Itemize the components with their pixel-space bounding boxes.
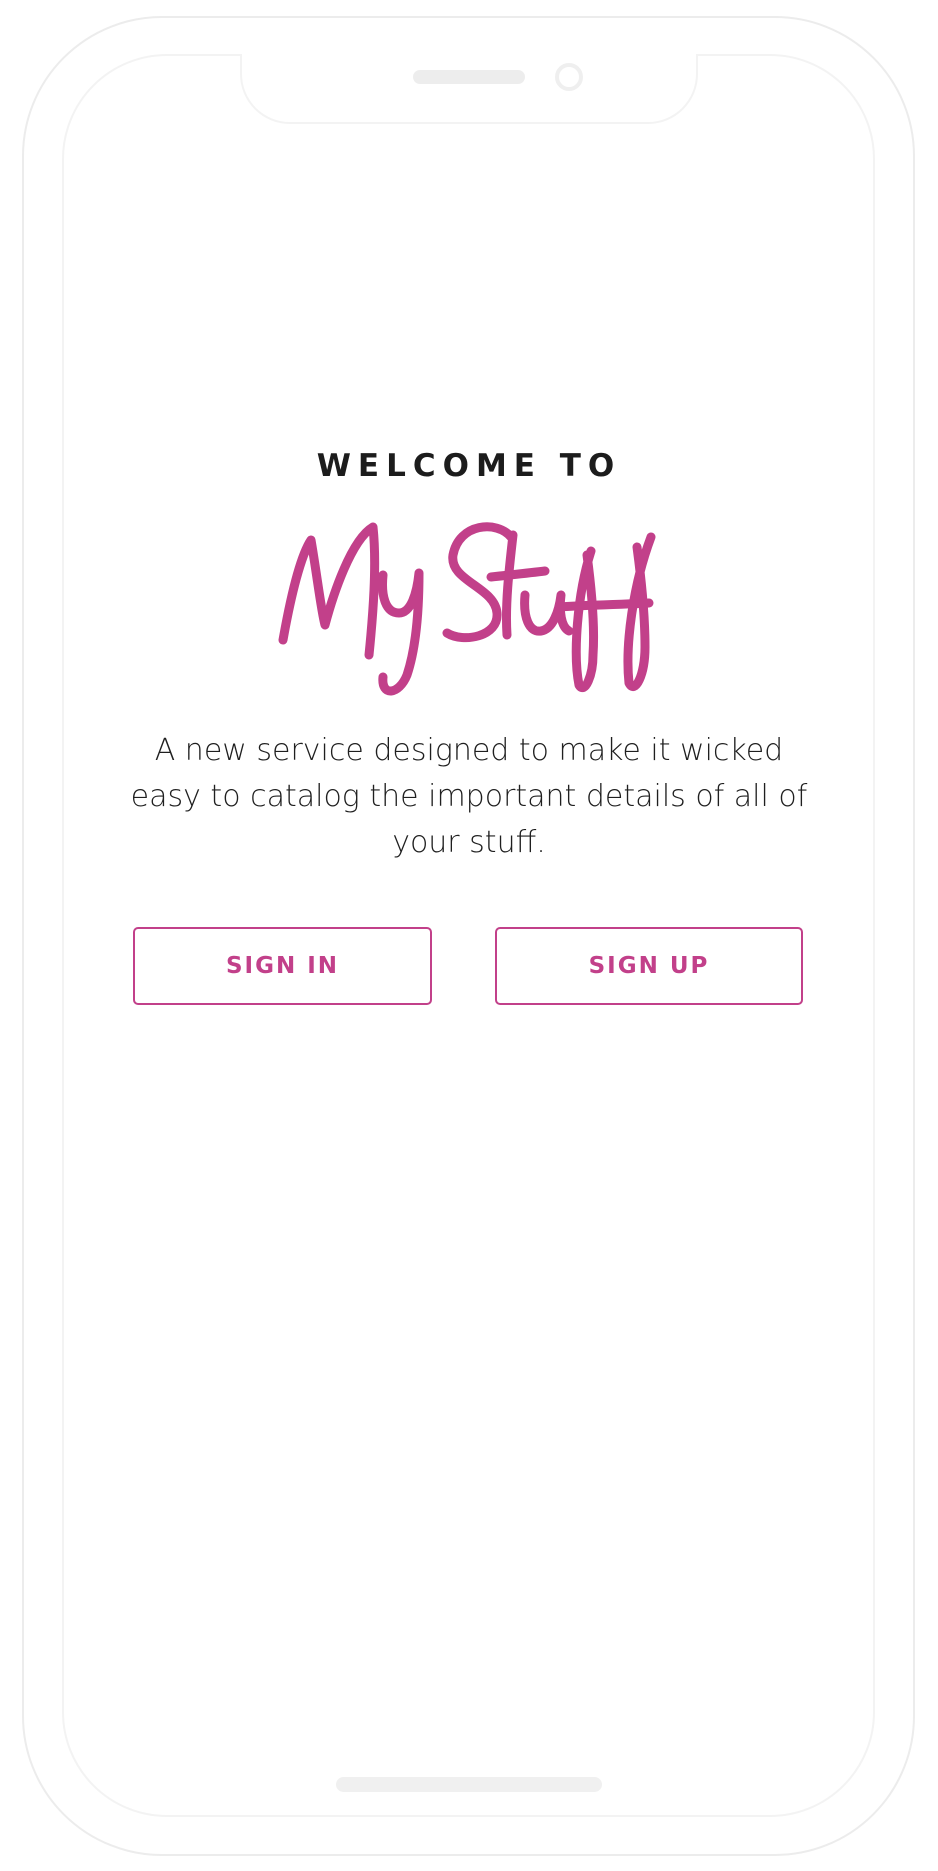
phone-notch: [240, 54, 698, 124]
home-indicator[interactable]: [336, 1777, 602, 1792]
sign-up-button[interactable]: SIGN UP: [495, 927, 803, 1005]
sign-in-button[interactable]: SIGN IN: [133, 927, 432, 1005]
notch-top-mask: [242, 52, 696, 58]
front-camera-icon: [555, 63, 583, 91]
welcome-heading: WELCOME TO: [316, 448, 622, 484]
speaker-grille-icon: [413, 70, 525, 84]
mystuff-logo: [278, 522, 656, 696]
tagline-text: A new service designed to make it wicked…: [130, 733, 808, 860]
